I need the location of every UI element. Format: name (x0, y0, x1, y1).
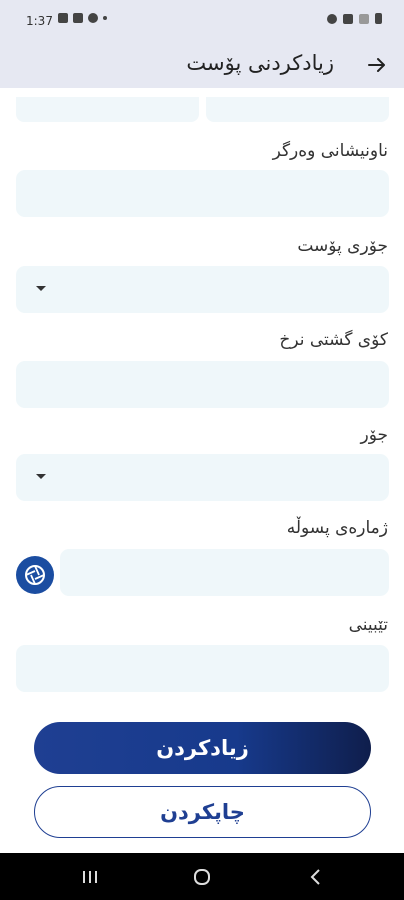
home-button[interactable] (182, 861, 222, 893)
gallery-icon (58, 13, 68, 23)
mute-icon (343, 13, 353, 24)
total-price-input[interactable] (16, 361, 389, 408)
total-price-label: کۆی گشتی نرخ (279, 330, 388, 350)
post-type-label: جۆری پۆست (297, 236, 388, 256)
status-bar: 1:37 (0, 0, 404, 44)
print-button[interactable]: چاپکردن (34, 786, 371, 838)
kind-select[interactable] (16, 454, 389, 501)
nav-back-button[interactable] (296, 861, 336, 893)
home-icon (194, 869, 210, 885)
recent-apps-icon (83, 871, 97, 883)
account-icon (327, 13, 337, 24)
notification-icons (58, 13, 107, 23)
notes-input[interactable] (16, 645, 389, 692)
more-dot-icon (103, 16, 107, 20)
receipt-number-label: ژمارەی پسوڵە (286, 518, 388, 538)
post-type-select[interactable] (16, 266, 389, 313)
scan-button[interactable] (16, 556, 54, 594)
receiver-address-input[interactable] (16, 170, 389, 217)
arrow-right-icon (368, 58, 385, 72)
receipt-number-input[interactable] (60, 549, 389, 596)
youtube-icon (73, 13, 83, 23)
previous-field-right[interactable] (206, 97, 389, 122)
system-nav-bar (0, 853, 404, 900)
page-title: زیادکردنی پۆست (186, 51, 334, 75)
chevron-left-icon (310, 869, 320, 885)
recent-apps-button[interactable] (70, 861, 110, 893)
status-time: 1:37 (26, 14, 53, 28)
app-bar: زیادکردنی پۆست (0, 44, 404, 88)
previous-field-left[interactable] (16, 97, 199, 122)
caret-down-icon (36, 474, 46, 479)
add-button[interactable]: زیادکردن (34, 722, 371, 774)
camera-shutter-icon (25, 565, 45, 585)
caret-down-icon (36, 286, 46, 291)
wifi-icon (359, 13, 369, 24)
kind-label: جۆر (360, 425, 388, 445)
battery-icon (375, 13, 382, 24)
receiver-address-label: ناونیشانی وەرگر (272, 141, 388, 161)
sync-icon (88, 13, 98, 23)
back-button[interactable] (362, 50, 392, 80)
system-icons (327, 13, 382, 24)
notes-label: تێبینی (348, 615, 388, 635)
